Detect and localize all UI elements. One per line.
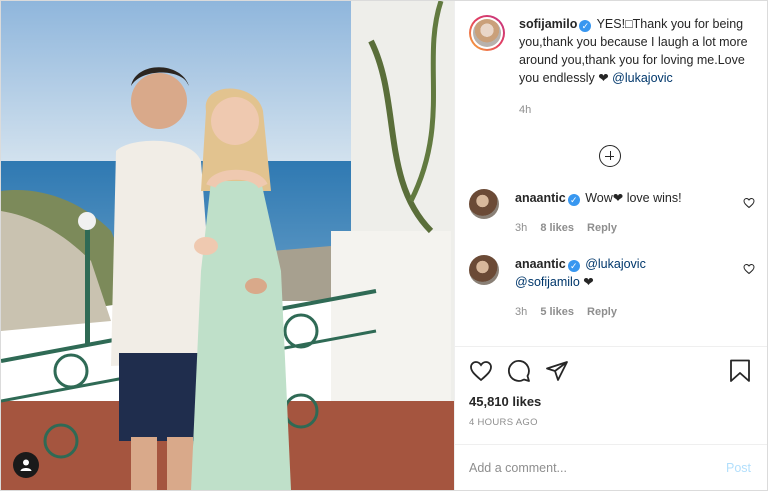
- comment-item: anaantic ✓ Wow❤︎ love wins! 3h 8 likes Re…: [469, 189, 755, 237]
- caption-meta: 4h: [519, 101, 751, 119]
- post-button[interactable]: Post: [726, 461, 751, 475]
- comments-section: sofijamilo ✓ YES!□Thank you for being you…: [455, 1, 767, 346]
- plus-circle-icon[interactable]: [599, 145, 621, 167]
- caption: sofijamilo ✓ YES!□Thank you for being you…: [469, 15, 751, 119]
- comment-mention[interactable]: @sofijamilo: [515, 275, 580, 289]
- avatar[interactable]: [469, 255, 499, 285]
- likes-count[interactable]: 45,810 likes: [469, 394, 751, 409]
- comment-username[interactable]: anaantic: [515, 257, 566, 271]
- caption-time[interactable]: 4h: [519, 104, 531, 116]
- comment-item: anaantic ✓ @lukajovic @sofijamilo ❤︎ 3h 5…: [469, 255, 755, 321]
- comment-text: ❤︎: [579, 275, 594, 289]
- avatar[interactable]: [469, 189, 499, 219]
- instagram-post: sofijamilo ✓ YES!□Thank you for being you…: [0, 0, 768, 491]
- post-photo[interactable]: [1, 1, 454, 490]
- comment-icon[interactable]: [507, 359, 531, 383]
- action-icons-bar: [469, 355, 751, 387]
- post-actions: 45,810 likes 4 HOURS AGO: [455, 346, 767, 444]
- verified-badge-icon: ✓: [567, 194, 580, 206]
- reply-button[interactable]: Reply: [587, 306, 617, 318]
- comment-like-heart-icon[interactable]: [743, 197, 755, 209]
- user-tag-icon[interactable]: [13, 452, 39, 478]
- avatar[interactable]: [469, 15, 505, 51]
- comment-like-heart-icon[interactable]: [743, 263, 755, 275]
- comment-text-block: anaantic ✓ Wow❤︎ love wins! 3h 8 likes Re…: [515, 189, 682, 237]
- reply-button[interactable]: Reply: [587, 222, 617, 234]
- comment-username[interactable]: anaantic: [515, 191, 566, 205]
- load-more-comments-button[interactable]: [469, 145, 751, 167]
- verified-badge-icon: ✓: [567, 260, 580, 272]
- comment-text-block: anaantic ✓ @lukajovic @sofijamilo ❤︎ 3h 5…: [515, 255, 646, 321]
- bookmark-icon[interactable]: [729, 359, 751, 383]
- share-icon[interactable]: [545, 359, 569, 383]
- post-timestamp[interactable]: 4 HOURS AGO: [469, 417, 751, 428]
- comment-time[interactable]: 3h: [515, 222, 527, 234]
- caption-mention[interactable]: @lukajovic: [612, 71, 673, 85]
- verified-badge-icon: ✓: [579, 20, 592, 32]
- caption-text-block: sofijamilo ✓ YES!□Thank you for being you…: [519, 15, 751, 119]
- post-side-panel: sofijamilo ✓ YES!□Thank you for being you…: [454, 1, 767, 490]
- comment-text: Wow❤︎ love wins!: [585, 191, 682, 205]
- comment-likes[interactable]: 5 likes: [540, 306, 574, 318]
- caption-username[interactable]: sofijamilo: [519, 17, 577, 31]
- comment-mention[interactable]: @lukajovic: [585, 257, 646, 271]
- couple-photo-illustration: [1, 1, 454, 490]
- comment-meta: 3h 8 likes Reply: [515, 219, 682, 237]
- add-comment-bar: Post: [455, 444, 767, 490]
- comment-input[interactable]: [469, 460, 726, 475]
- comment-time[interactable]: 3h: [515, 306, 527, 318]
- comment-meta: 3h 5 likes Reply: [515, 303, 646, 321]
- heart-icon[interactable]: [469, 359, 493, 383]
- comment-likes[interactable]: 8 likes: [540, 222, 574, 234]
